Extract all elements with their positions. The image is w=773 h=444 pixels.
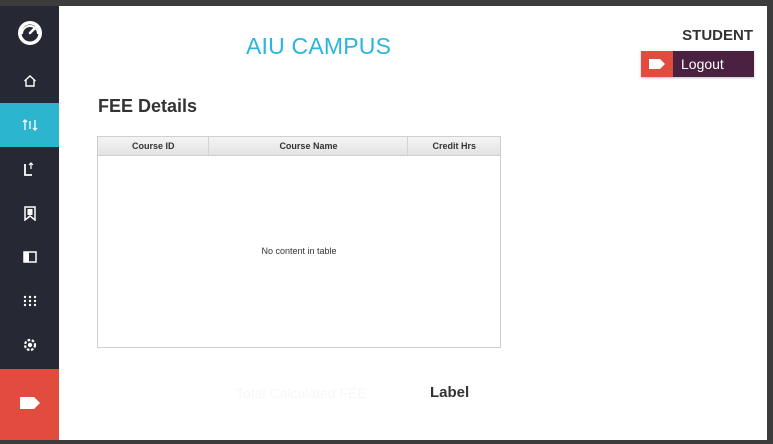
sidebar-logout-button[interactable] xyxy=(0,369,59,440)
logout-tag-icon xyxy=(641,51,673,77)
app-window: AIU CAMPUS STUDENT Logout FEE Details Co… xyxy=(0,6,767,440)
sidebar-item-bookmarks[interactable] xyxy=(0,191,59,235)
table-empty-placeholder: No content in table xyxy=(261,246,337,256)
column-header-course-name[interactable]: Course Name xyxy=(209,137,409,155)
total-fee-label: Total Calculated FEE xyxy=(236,385,367,401)
sidebar-item-fee[interactable] xyxy=(0,103,59,147)
home-icon xyxy=(23,74,37,88)
grid-dots-icon xyxy=(23,295,37,307)
settings-icon xyxy=(22,337,38,353)
sidebar xyxy=(0,6,59,440)
logout-tag-icon xyxy=(19,396,40,414)
total-fee-value: Label xyxy=(430,384,470,401)
dashboard-icon xyxy=(17,20,43,46)
panel-icon xyxy=(22,251,37,263)
column-header-course-id[interactable]: Course ID xyxy=(98,137,210,155)
table-header: Course ID Course Name Credit Hrs xyxy=(98,137,500,156)
page-title: FEE Details xyxy=(98,96,198,116)
logout-button[interactable]: Logout xyxy=(641,51,754,77)
sidebar-item-courses[interactable] xyxy=(0,147,59,191)
sidebar-item-panel[interactable] xyxy=(0,235,59,279)
sidebar-item-home[interactable] xyxy=(0,59,59,103)
logout-label: Logout xyxy=(681,56,724,72)
user-role-label: STUDENT xyxy=(682,27,753,44)
column-header-credit-hrs[interactable]: Credit Hrs xyxy=(408,137,500,155)
fee-table[interactable]: Course ID Course Name Credit Hrs No cont… xyxy=(97,136,501,348)
fee-sort-icon xyxy=(22,118,38,132)
sidebar-item-settings[interactable] xyxy=(0,323,59,367)
bookmark-icon xyxy=(23,205,36,221)
book-icon xyxy=(23,162,37,176)
sidebar-item-dashboard[interactable] xyxy=(0,11,59,55)
campus-title: AIU CAMPUS xyxy=(246,33,392,59)
sidebar-item-grid[interactable] xyxy=(0,279,59,323)
